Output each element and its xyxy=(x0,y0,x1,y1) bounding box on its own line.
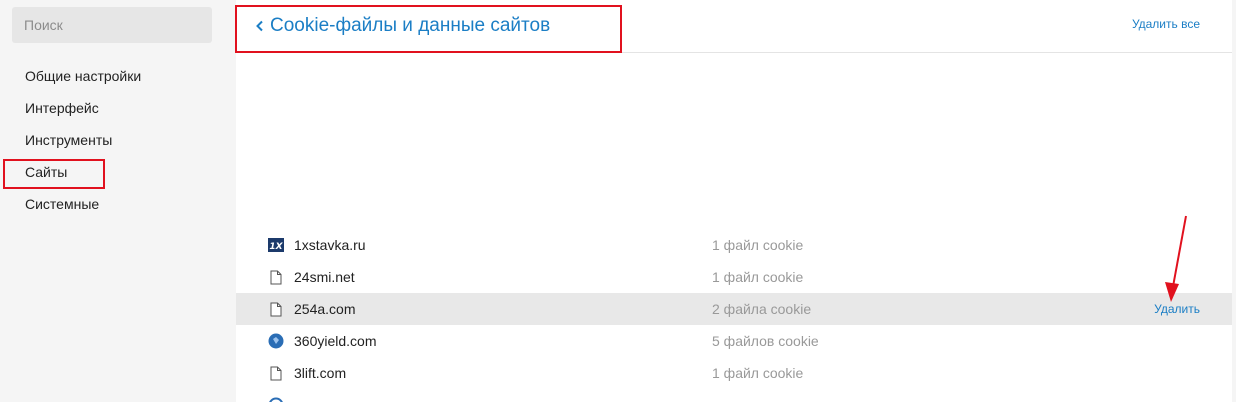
list-item[interactable]: 24smi.net 1 файл cookie xyxy=(236,261,1232,293)
list-item[interactable]: 360yield.com 5 файлов cookie xyxy=(236,325,1232,357)
page-title: Cookie-файлы и данные сайтов xyxy=(270,15,551,36)
svg-text:1X: 1X xyxy=(269,242,283,252)
sidebar-item-system[interactable]: Системные xyxy=(0,188,228,220)
cookie-site-list: 1X 1xstavka.ru 1 файл cookie 24smi.net 1… xyxy=(236,229,1232,402)
cookies-panel: Cookie-файлы и данные сайтов Удалить все… xyxy=(236,0,1232,402)
back-button[interactable]: Cookie-файлы и данные сайтов xyxy=(250,11,550,41)
site-domain: 360yield.com xyxy=(294,333,377,349)
sidebar-item-interface[interactable]: Интерфейс xyxy=(0,92,228,124)
site-domain: 254a.com xyxy=(294,301,356,317)
favicon-icon xyxy=(268,397,284,402)
settings-sidebar: Общие настройки Интерфейс Инструменты Са… xyxy=(0,0,228,402)
file-icon xyxy=(268,301,284,317)
settings-nav: Общие настройки Интерфейс Инструменты Са… xyxy=(0,60,228,220)
cookie-count: 1 файл cookie xyxy=(712,365,804,381)
chevron-left-icon xyxy=(250,16,270,36)
list-item[interactable]: 1X 1xstavka.ru 1 файл cookie xyxy=(236,229,1232,261)
list-item[interactable]: 254a.com 2 файла cookie Удалить xyxy=(236,293,1232,325)
1x-favicon-icon: 1X xyxy=(268,237,284,253)
site-domain: 1xstavka.ru xyxy=(294,237,366,253)
list-item-partial xyxy=(236,389,1232,402)
sidebar-item-sites[interactable]: Сайты xyxy=(0,156,228,188)
site-domain: 3lift.com xyxy=(294,365,347,381)
list-item[interactable]: 3lift.com 1 файл cookie xyxy=(236,357,1232,389)
search-input[interactable] xyxy=(12,7,212,43)
blue-circle-favicon-icon xyxy=(268,333,284,349)
scrollbar-gutter xyxy=(1232,0,1236,402)
sidebar-item-general[interactable]: Общие настройки xyxy=(0,60,228,92)
browser-settings-page: Общие настройки Интерфейс Инструменты Са… xyxy=(0,0,1236,402)
cookie-count: 2 файла cookie xyxy=(712,301,812,317)
file-icon xyxy=(268,365,284,381)
header-divider xyxy=(236,52,1232,53)
file-icon xyxy=(268,269,284,285)
site-domain: 24smi.net xyxy=(294,269,355,285)
cookie-count: 5 файлов cookie xyxy=(712,333,819,349)
cookie-count: 1 файл cookie xyxy=(712,237,804,253)
delete-all-link[interactable]: Удалить все xyxy=(1132,17,1200,31)
annotation-arrow-icon xyxy=(1165,215,1187,302)
cookie-count: 1 файл cookie xyxy=(712,269,804,285)
sidebar-item-tools[interactable]: Инструменты xyxy=(0,124,228,156)
